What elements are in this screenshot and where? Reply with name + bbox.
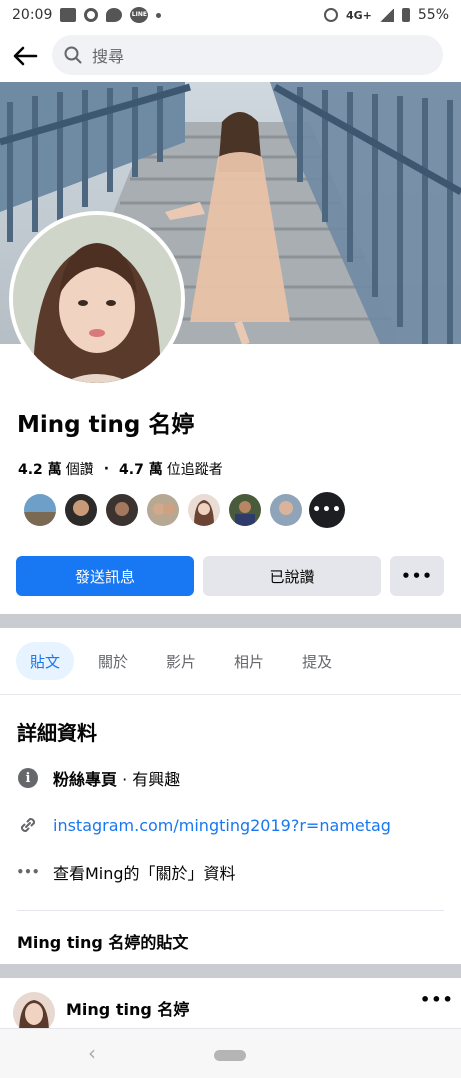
- see-about-text[interactable]: 查看Ming的「關於」資料: [53, 860, 236, 884]
- friend-avatar[interactable]: [145, 492, 181, 528]
- tab-about[interactable]: 關於: [84, 642, 142, 680]
- stat-separator: ·: [103, 461, 110, 477]
- details-divider: [17, 910, 444, 911]
- liked-button[interactable]: 已說讚: [203, 556, 381, 596]
- profile-stats: 4.2 萬 個讚 · 4.7 萬 位追蹤者: [18, 459, 223, 479]
- settings-notification-icon: [84, 8, 99, 22]
- search-header: 搜尋: [0, 30, 461, 82]
- category-sub: · 有興趣: [117, 770, 181, 789]
- status-right: 4G+ 55%: [323, 7, 449, 23]
- instagram-link[interactable]: instagram.com/mingting2019?r=nametag: [53, 816, 391, 835]
- followers-label: 位追蹤者: [166, 462, 223, 478]
- post-more-button[interactable]: •••: [420, 990, 454, 1009]
- section-divider: [0, 614, 461, 628]
- website-row[interactable]: instagram.com/mingting2019?r=nametag: [17, 814, 391, 836]
- network-type: 4G+: [345, 8, 372, 22]
- status-time: 20:09: [12, 7, 53, 23]
- friend-avatar[interactable]: [63, 492, 99, 528]
- alarm-icon: [323, 8, 338, 22]
- action-buttons: 發送訊息 已說讚 •••: [16, 556, 444, 596]
- more-dots-icon: •••: [16, 865, 40, 879]
- battery-level: 55%: [417, 7, 449, 23]
- friend-avatar[interactable]: [186, 492, 222, 528]
- friend-avatar[interactable]: [22, 492, 58, 528]
- tab-mentions[interactable]: 提及: [288, 642, 346, 680]
- send-message-button[interactable]: 發送訊息: [16, 556, 194, 596]
- followers-count: 4.7 萬: [119, 462, 163, 478]
- likes-count: 4.2 萬: [18, 462, 62, 478]
- search-input[interactable]: 搜尋: [52, 35, 443, 75]
- friends-who-like[interactable]: •••: [22, 492, 345, 528]
- category-row: i 粉絲專頁 · 有興趣: [17, 766, 180, 790]
- more-friends-button[interactable]: •••: [309, 492, 345, 528]
- profile-image: [13, 215, 181, 383]
- posts-title: Ming ting 名婷的貼文: [17, 933, 189, 952]
- posts-divider: [0, 964, 461, 978]
- post-author-name[interactable]: Ming ting 名婷: [66, 996, 189, 1020]
- profile-name: Ming ting 名婷: [17, 412, 195, 438]
- tab-videos[interactable]: 影片: [152, 642, 210, 680]
- status-bar: 20:09 LINE 4G+ 55%: [0, 0, 461, 30]
- messenger-notification-icon: [106, 8, 123, 22]
- more-notifications-dot-icon: [156, 12, 162, 18]
- tab-photos[interactable]: 相片: [220, 642, 278, 680]
- see-about-row[interactable]: ••• 查看Ming的「關於」資料: [17, 860, 236, 884]
- likes-label: 個讚: [65, 462, 94, 478]
- signal-icon: [379, 8, 394, 22]
- system-nav-bar: ‹: [0, 1028, 461, 1078]
- back-button[interactable]: [0, 31, 50, 81]
- info-icon: i: [17, 767, 39, 789]
- profile-tabs: 貼文 關於 影片 相片 提及: [16, 642, 356, 680]
- nav-back-icon[interactable]: ‹: [88, 1041, 96, 1065]
- battery-icon: [401, 8, 410, 22]
- search-icon: [64, 46, 82, 64]
- status-left: 20:09 LINE: [12, 7, 162, 23]
- gallery-notification-icon: [60, 8, 77, 22]
- details-title: 詳細資料: [17, 721, 97, 745]
- friend-avatar[interactable]: [268, 492, 304, 528]
- tab-posts[interactable]: 貼文: [16, 642, 75, 680]
- category-main: 粉絲專頁: [53, 770, 118, 789]
- friend-avatar[interactable]: [104, 492, 140, 528]
- back-arrow-icon: [13, 46, 38, 66]
- more-options-button[interactable]: •••: [390, 556, 444, 596]
- nav-home-pill-icon[interactable]: [214, 1050, 246, 1061]
- link-icon: [17, 814, 39, 836]
- profile-picture[interactable]: [9, 211, 185, 387]
- search-placeholder: 搜尋: [92, 47, 125, 66]
- tabs-divider: [0, 694, 461, 695]
- friend-avatar[interactable]: [227, 492, 263, 528]
- line-app-icon: LINE: [130, 7, 149, 23]
